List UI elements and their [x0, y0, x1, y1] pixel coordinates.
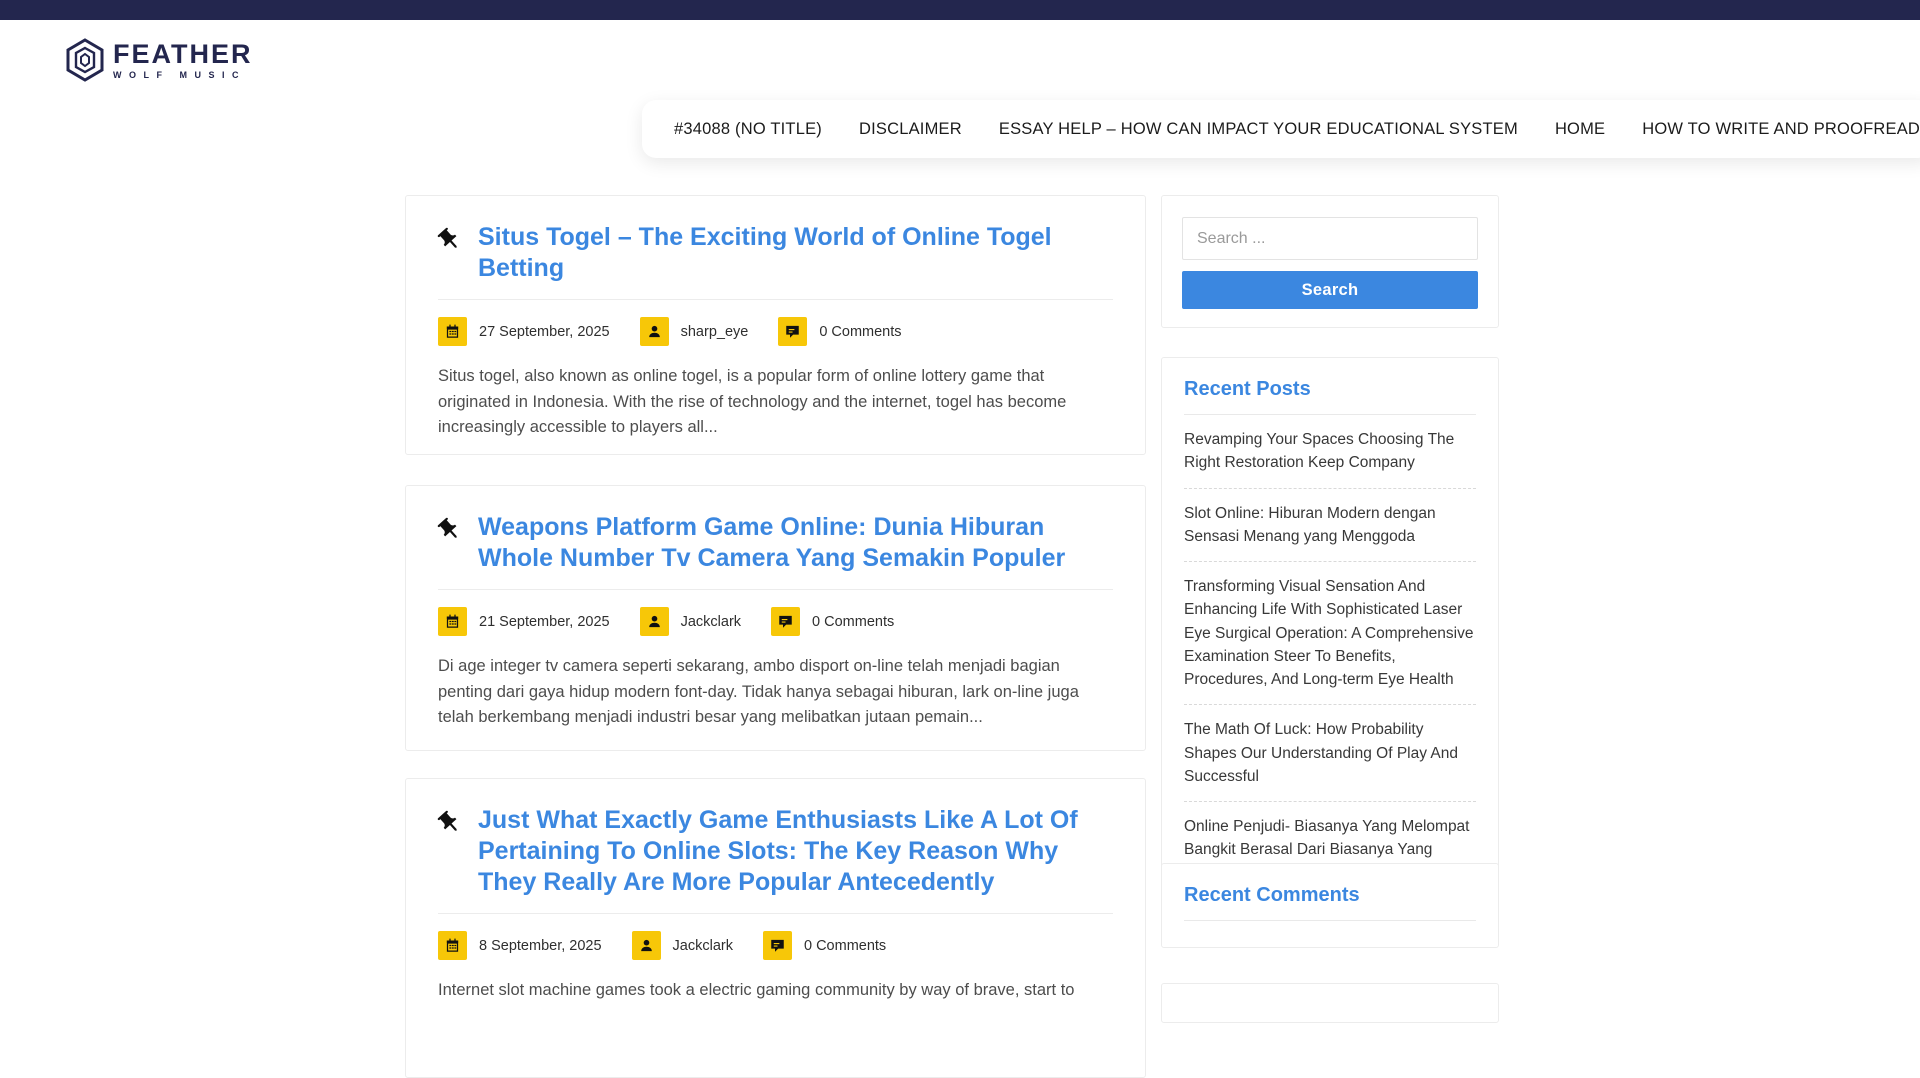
post-author-label: Jackclark	[681, 614, 741, 630]
recent-posts-title: Recent Posts	[1184, 378, 1476, 415]
logo-text: FEATHER WOLF MUSIC	[113, 41, 253, 80]
site-logo[interactable]: FEATHER WOLF MUSIC	[64, 38, 253, 82]
search-input[interactable]	[1182, 217, 1478, 260]
comments-icon	[771, 607, 800, 636]
post-comments: 0 Comments	[771, 607, 894, 636]
recent-post-link[interactable]: Revamping Your Spaces Choosing The Right…	[1184, 415, 1476, 489]
post-card: Situs Togel – The Exciting World of Onli…	[405, 195, 1146, 455]
post-comments-label: 0 Comments	[812, 614, 894, 630]
calendar-icon	[438, 931, 467, 960]
recent-post-link[interactable]: Transforming Visual Sensation And Enhanc…	[1184, 562, 1476, 705]
nav-item-disclaimer[interactable]: DISCLAIMER	[859, 120, 962, 139]
post-author-label: Jackclark	[673, 938, 733, 954]
author-icon	[640, 607, 669, 636]
post-author: Jackclark	[640, 607, 741, 636]
post-author: Jackclark	[632, 931, 733, 960]
post-title-link[interactable]: Just What Exactly Game Enthusiasts Like …	[478, 805, 1113, 898]
post-date-label: 27 September, 2025	[479, 324, 610, 340]
post-comments-label: 0 Comments	[819, 324, 901, 340]
post-excerpt: Situs togel, also known as online togel,…	[438, 364, 1113, 441]
post-meta: 27 September, 2025 sharp_eye 0 Comments	[438, 317, 1113, 346]
post-author: sharp_eye	[640, 317, 749, 346]
post-date: 27 September, 2025	[438, 317, 610, 346]
blog-page: { "colors": { "navy": "#23264e", "accent…	[0, 0, 1920, 993]
post-card: Weapons Platform Game Online: Dunia Hibu…	[405, 485, 1146, 751]
pushpin-icon	[431, 511, 471, 551]
nav-item-home[interactable]: HOME	[1555, 120, 1605, 139]
post-title-link[interactable]: Situs Togel – The Exciting World of Onli…	[478, 222, 1113, 284]
post-date-label: 8 September, 2025	[479, 938, 602, 954]
logo-hexagon-icon	[64, 38, 106, 82]
post-date: 21 September, 2025	[438, 607, 610, 636]
divider	[438, 913, 1113, 914]
post-comments: 0 Comments	[778, 317, 901, 346]
main-nav: #34088 (NO TITLE) DISCLAIMER ESSAY HELP …	[642, 100, 1920, 158]
post-excerpt: Di age integer tv camera seperti sekaran…	[438, 654, 1113, 731]
pushpin-icon	[431, 804, 471, 844]
nav-item-how-to-write[interactable]: HOW TO WRITE AND PROOFREAD YOUR ESSAY	[1642, 120, 1920, 139]
nav-item-essay-help[interactable]: ESSAY HELP – HOW CAN IMPACT YOUR EDUCATI…	[999, 120, 1518, 139]
post-meta: 8 September, 2025 Jackclark 0 Comments	[438, 931, 1113, 960]
recent-comments-widget: Recent Comments	[1161, 863, 1499, 948]
post-meta: 21 September, 2025 Jackclark 0 Comments	[438, 607, 1113, 636]
calendar-icon	[438, 607, 467, 636]
divider	[438, 299, 1113, 300]
logo-brand: FEATHER	[113, 41, 253, 68]
search-widget: Search	[1161, 195, 1499, 328]
pushpin-icon	[431, 221, 471, 261]
partial-widget	[1161, 983, 1499, 1023]
top-accent-bar	[0, 0, 1920, 20]
post-excerpt: Internet slot machine games took a elect…	[438, 978, 1113, 1004]
post-date: 8 September, 2025	[438, 931, 602, 960]
comments-icon	[778, 317, 807, 346]
search-button[interactable]: Search	[1182, 271, 1478, 309]
recent-post-link[interactable]: The Math Of Luck: How Probability Shapes…	[1184, 705, 1476, 802]
recent-post-link[interactable]: Slot Online: Hiburan Modern dengan Sensa…	[1184, 489, 1476, 563]
post-date-label: 21 September, 2025	[479, 614, 610, 630]
author-icon	[640, 317, 669, 346]
divider	[438, 589, 1113, 590]
comments-icon	[763, 931, 792, 960]
post-author-label: sharp_eye	[681, 324, 749, 340]
recent-posts-widget: Recent Posts Revamping Your Spaces Choos…	[1161, 357, 1499, 915]
post-comments-label: 0 Comments	[804, 938, 886, 954]
post-card: Just What Exactly Game Enthusiasts Like …	[405, 778, 1146, 1078]
post-title-link[interactable]: Weapons Platform Game Online: Dunia Hibu…	[478, 512, 1113, 574]
author-icon	[632, 931, 661, 960]
post-comments: 0 Comments	[763, 931, 886, 960]
calendar-icon	[438, 317, 467, 346]
recent-comments-title: Recent Comments	[1184, 884, 1476, 921]
nav-item-34088[interactable]: #34088 (NO TITLE)	[674, 120, 822, 139]
logo-subtitle: WOLF MUSIC	[113, 71, 253, 80]
